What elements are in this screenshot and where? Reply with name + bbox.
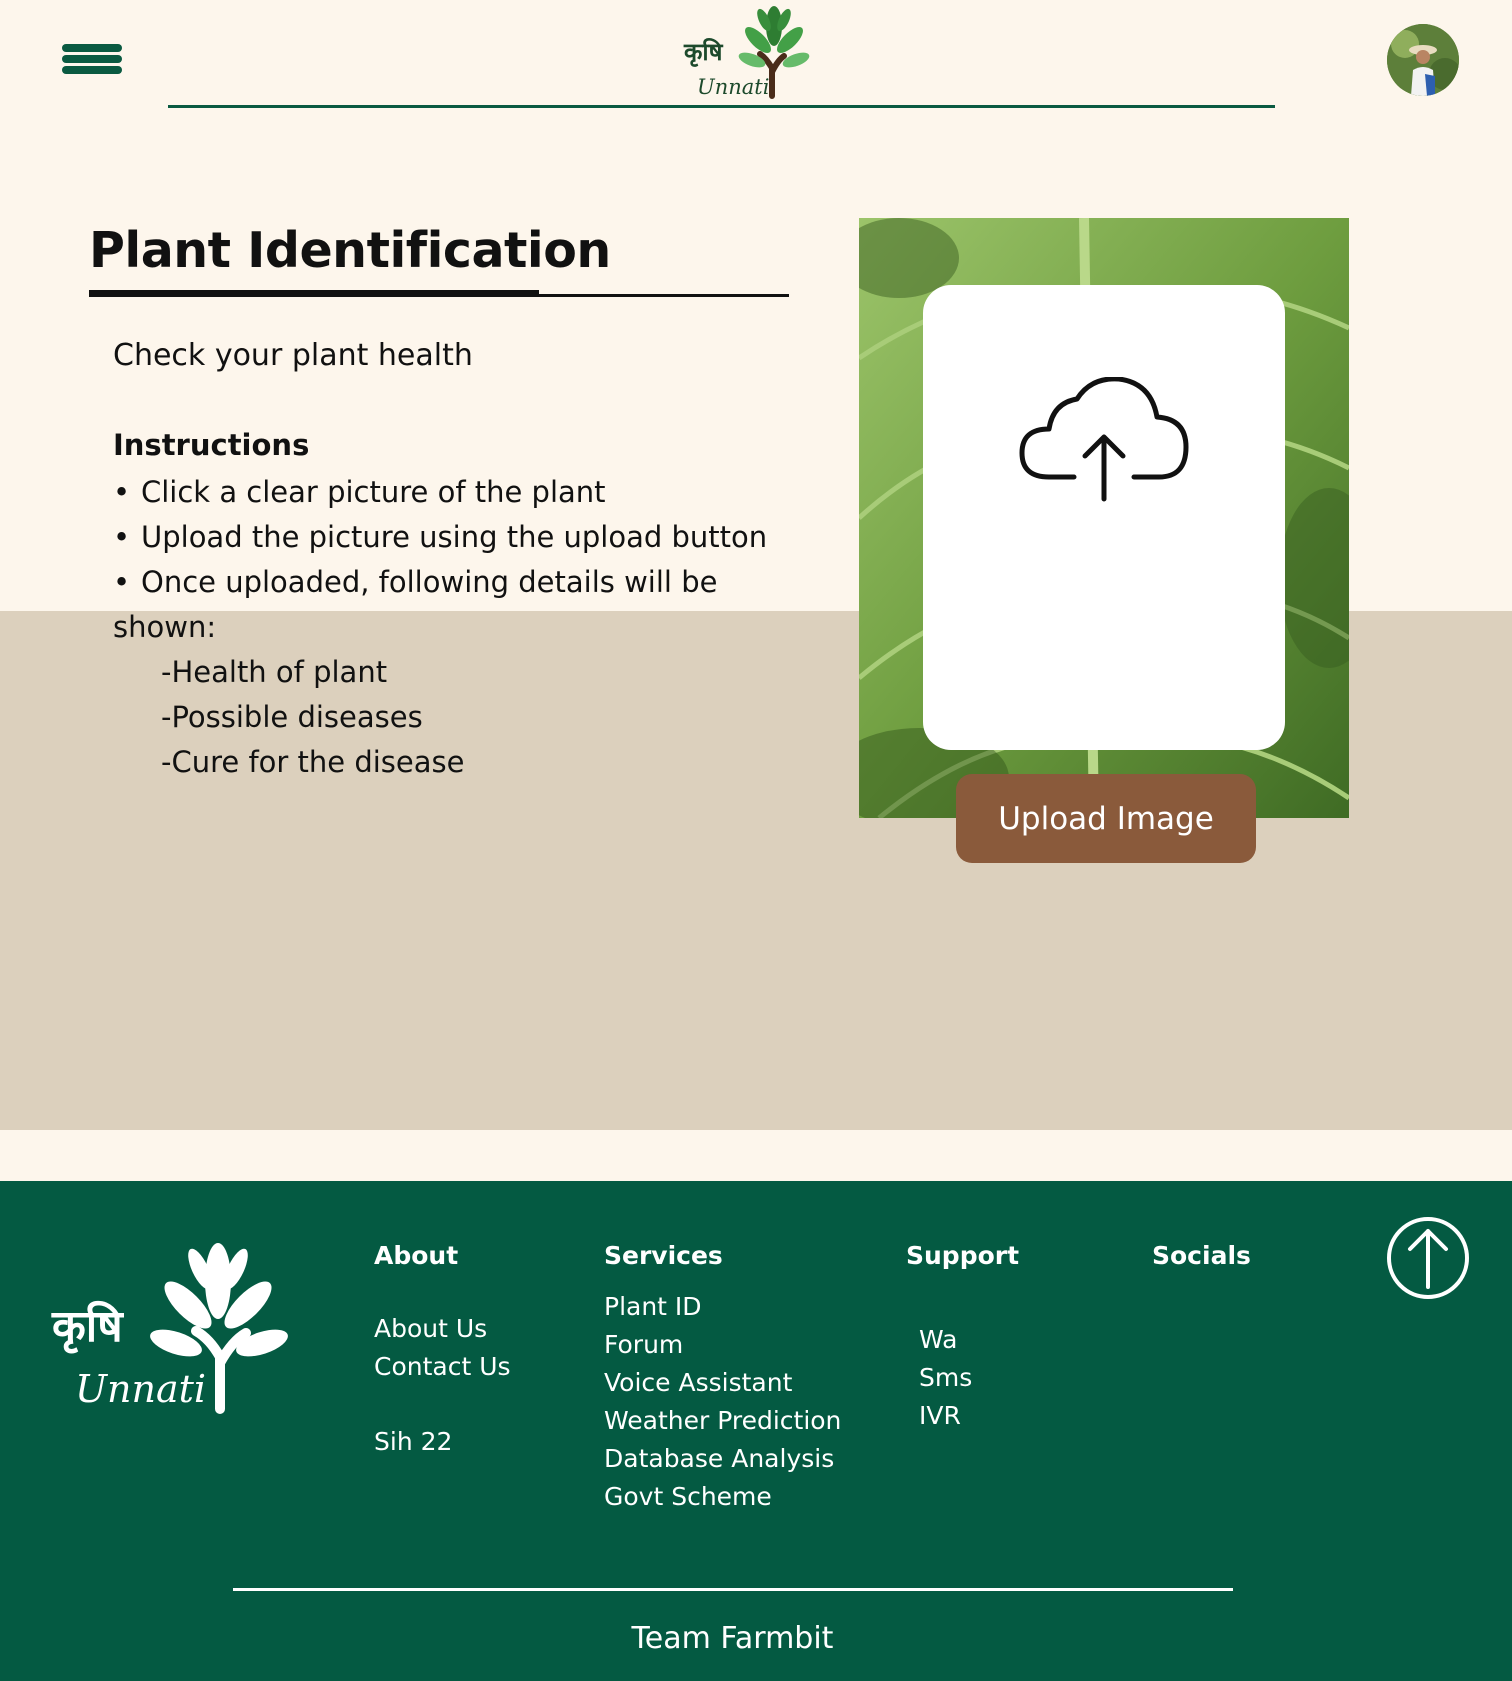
site-footer: कृषि Unnati About About Us Contact Us Si… [0, 1181, 1512, 1681]
svg-text:कृषि: कृषि [51, 1300, 124, 1354]
menu-icon[interactable] [62, 44, 122, 78]
footer-services-heading: Services [604, 1241, 723, 1270]
title-underline-accent [89, 290, 539, 297]
upload-dropzone[interactable] [923, 285, 1285, 750]
instructions-heading: Instructions [113, 428, 310, 462]
footer-link-ivr[interactable]: IVR [919, 1397, 1019, 1435]
footer-link-database-analysis[interactable]: Database Analysis [604, 1440, 841, 1478]
footer-link-sih-22[interactable]: Sih 22 [374, 1423, 511, 1461]
footer-link-sms[interactable]: Sms [919, 1359, 1019, 1397]
site-header: कृषि Unnati [0, 0, 1512, 112]
footer-about-heading: About [374, 1241, 459, 1270]
svg-text:कृषि: कृषि [683, 37, 724, 67]
svg-text:Unnati: Unnati [75, 1367, 206, 1411]
footer-link-weather-prediction[interactable]: Weather Prediction [604, 1402, 841, 1440]
instruction-item: Click a clear picture of the plant [113, 470, 813, 515]
footer-link-plant-id[interactable]: Plant ID [604, 1288, 841, 1326]
user-avatar[interactable] [1387, 24, 1459, 96]
detail-item: -Health of plant [161, 655, 388, 689]
instruction-item: Once uploaded, following details will be [113, 560, 813, 605]
upload-image-button[interactable]: Upload Image [956, 774, 1256, 863]
logo[interactable]: कृषि Unnati [680, 2, 820, 100]
scroll-to-top-button[interactable] [1387, 1217, 1469, 1299]
cloud-upload-icon [1019, 377, 1189, 502]
footer-link-wa[interactable]: Wa [919, 1321, 1019, 1359]
footer-socials: Socials [1152, 1241, 1251, 1270]
instruction-continuation: shown: [113, 610, 217, 644]
footer-support-heading: Support [906, 1241, 1020, 1270]
footer-about: About About Us Contact Us Sih 22 [374, 1241, 511, 1461]
footer-link-contact-us[interactable]: Contact Us [374, 1348, 511, 1386]
page-title: Plant Identification [89, 222, 611, 279]
footer-link-about-us[interactable]: About Us [374, 1310, 511, 1348]
footer-link-voice-assistant[interactable]: Voice Assistant [604, 1364, 841, 1402]
detail-item: -Possible diseases [161, 700, 423, 734]
svg-text:Unnati: Unnati [697, 75, 769, 99]
detail-item: -Cure for the disease [161, 745, 465, 779]
footer-socials-heading: Socials [1152, 1241, 1251, 1270]
footer-link-forum[interactable]: Forum [604, 1326, 841, 1364]
instructions-list: Click a clear picture of the plant Uploa… [113, 470, 813, 785]
header-divider [168, 105, 1275, 108]
arrow-up-icon [1408, 1229, 1448, 1289]
instruction-item: Upload the picture using the upload butt… [113, 515, 813, 560]
page-subtitle: Check your plant health [113, 338, 473, 373]
footer-support: Support Wa Sms IVR [906, 1241, 1019, 1435]
footer-link-govt-scheme[interactable]: Govt Scheme [604, 1478, 841, 1516]
footer-logo[interactable]: कृषि Unnati [50, 1239, 295, 1414]
footer-divider [233, 1588, 1233, 1591]
footer-services: Services Plant ID Forum Voice Assistant … [604, 1241, 841, 1516]
footer-team-name: Team Farmbit [631, 1621, 834, 1656]
